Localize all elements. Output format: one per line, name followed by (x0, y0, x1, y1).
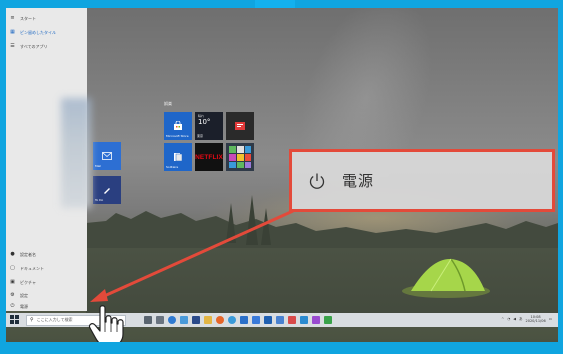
store-tile-label: Microsoft Store (166, 134, 189, 138)
network-icon[interactable]: ◔ (507, 317, 510, 321)
start-menu-item-pictures[interactable]: ▣ ピクチャ (10, 278, 82, 287)
start-menu-item-label: すべてのアプリ (20, 43, 48, 49)
start-menu-item-label: スタート (20, 15, 36, 21)
blurred-region (61, 98, 91, 208)
hamburger-icon: ≡ (10, 15, 15, 21)
hand-pointer-icon (88, 305, 124, 342)
folder-icon[interactable] (204, 316, 212, 324)
netflix-tile[interactable]: NETFLIX (195, 143, 223, 171)
power-icon (309, 173, 325, 189)
cards-icon (174, 153, 183, 162)
taskbar-clock[interactable]: 10:08 2020/11/06 (526, 315, 546, 323)
app-icon-c[interactable] (288, 316, 296, 324)
power-callout-highlight: 電源 (289, 149, 555, 212)
app-icon-f[interactable] (324, 316, 332, 324)
start-menu-item-documents[interactable]: ▢ ドキュメント (10, 264, 82, 273)
task-view-icon[interactable] (144, 316, 152, 324)
start-menu-sidebar: ≡ スタート ▦ ピン留めしたタイル ☰ すべてのアプリ ● 設定者名 ▢ ドキ… (6, 8, 91, 311)
search-icon: ⚲ (30, 317, 34, 323)
solitaire-tile-label: Solitaire (166, 165, 179, 169)
list-icon: ☰ (10, 43, 15, 49)
chevron-up-icon[interactable]: ^ (501, 317, 504, 321)
news-icon (235, 122, 245, 130)
firefox-icon[interactable] (216, 316, 224, 324)
app-icon-e[interactable] (312, 316, 320, 324)
document-icon: ▢ (10, 265, 15, 271)
app-icon-a[interactable] (264, 316, 272, 324)
start-menu-item-label: 設定者名 (20, 251, 36, 257)
weather-location: 東京 (197, 134, 204, 138)
cortana-icon[interactable] (156, 316, 164, 324)
clock-date: 2020/11/06 (525, 319, 546, 323)
start-menu-item-label: ピン留めしたタイル (20, 29, 56, 35)
system-tray: ^ ◔ ◀ あ 10:08 2020/11/06 ▭ (501, 315, 552, 323)
start-menu-item-label: ドキュメント (20, 265, 44, 271)
start-menu-item-label: 設定 (20, 292, 28, 298)
tent-image (402, 258, 490, 298)
tile-group-label: 娯楽 (164, 101, 172, 106)
weather-temperature: 10° (198, 118, 211, 126)
desktop-screen: 娯楽 Microsoft Store 晴れ 10° 東京 Solitaire N… (6, 8, 558, 342)
outlook-icon[interactable] (240, 316, 248, 324)
start-menu-item-all-apps[interactable]: ☰ すべてのアプリ (10, 42, 82, 51)
chrome-icon[interactable] (228, 316, 236, 324)
play-tile[interactable] (226, 143, 254, 171)
picture-icon: ▣ (10, 279, 15, 285)
ime-icon[interactable]: あ (519, 317, 523, 322)
mail-icon (102, 152, 112, 160)
tiles-icon: ▦ (10, 29, 15, 35)
weather-tile[interactable]: 晴れ 10° 東京 (195, 112, 223, 140)
todo-tile-label: To Do (95, 198, 104, 202)
notification-icon[interactable]: ▭ (549, 317, 552, 321)
start-menu-item-pinned-tiles[interactable]: ▦ ピン留めしたタイル (10, 28, 82, 37)
store-icon[interactable] (192, 316, 200, 324)
app-icon-d[interactable] (300, 316, 308, 324)
todo-tile[interactable]: To Do (93, 176, 121, 204)
power-icon: ⏻ (10, 303, 15, 309)
user-icon: ● (10, 251, 15, 257)
start-menu-item-start[interactable]: ≡ スタート (10, 14, 82, 23)
solitaire-tile[interactable]: Solitaire (164, 143, 192, 171)
callout-power-label: 電源 (342, 172, 375, 190)
start-menu-item-label: 電源 (20, 303, 28, 309)
app-grid-icon (229, 146, 251, 168)
store-bag-icon (174, 121, 182, 130)
app-icon-b[interactable] (276, 316, 284, 324)
gear-icon: ⚙ (10, 292, 15, 298)
netflix-logo: NETFLIX (195, 153, 223, 161)
search-placeholder: ここに入力して検索 (36, 317, 73, 322)
mail-tile-label: Mail (95, 164, 102, 168)
photos-icon[interactable] (252, 316, 260, 324)
ie-icon[interactable] (180, 316, 188, 324)
taskbar-app-icons (144, 316, 332, 324)
windows-start-button[interactable] (10, 315, 20, 325)
start-menu-item-settings[interactable]: ⚙ 設定 (10, 291, 82, 300)
start-menu-item-user[interactable]: ● 設定者名 (10, 250, 82, 259)
start-menu-item-label: ピクチャ (20, 279, 36, 285)
start-menu-item-power[interactable]: ⏻ 電源 (10, 302, 82, 311)
edge-icon[interactable] (168, 316, 176, 324)
volume-icon[interactable]: ◀ (513, 317, 516, 321)
pen-icon (104, 188, 110, 194)
mail-tile[interactable]: Mail (93, 142, 121, 170)
news-tile[interactable] (226, 112, 254, 140)
store-tile[interactable]: Microsoft Store (164, 112, 192, 140)
